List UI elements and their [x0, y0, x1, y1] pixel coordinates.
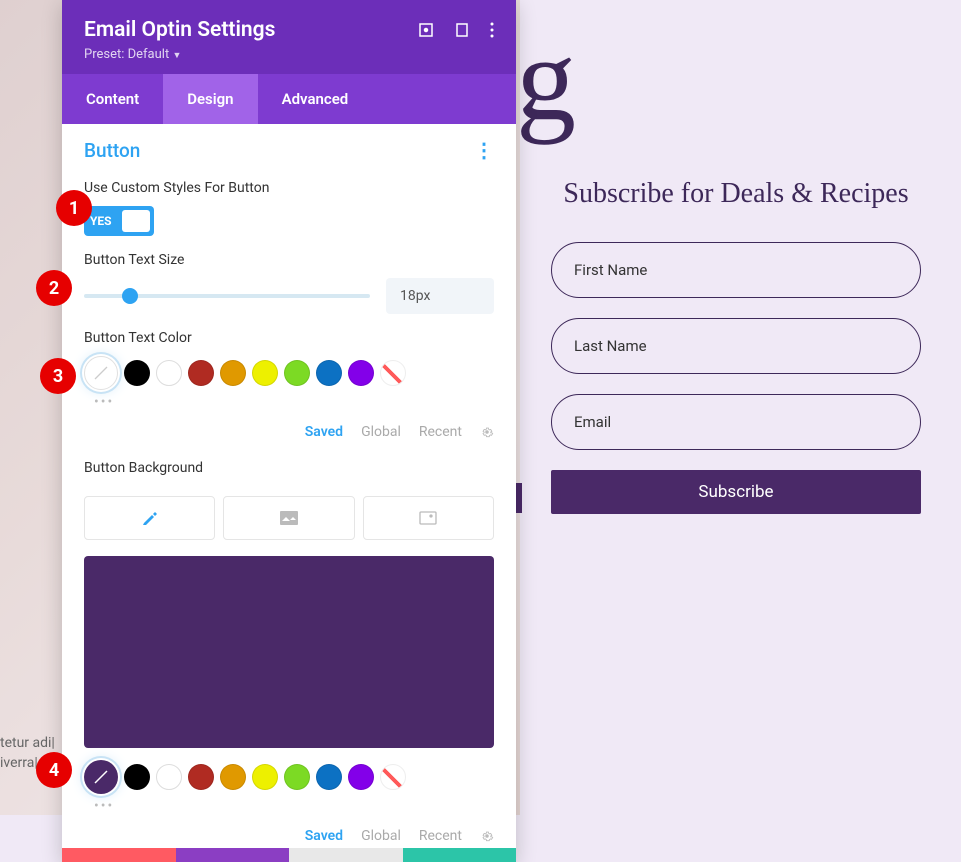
color-mode-global[interactable]: Global: [361, 828, 401, 844]
color-mode-saved[interactable]: Saved: [305, 424, 343, 440]
subscribe-title: Subscribe for Deals & Recipes: [551, 176, 921, 212]
text-color-label: Button Text Color: [84, 330, 494, 346]
custom-styles-label: Use Custom Styles For Button: [84, 180, 494, 196]
color-blue[interactable]: [316, 360, 342, 386]
color-mode-recent[interactable]: Recent: [419, 828, 462, 844]
color-mode-global[interactable]: Global: [361, 424, 401, 440]
panel-header: Email Optin Settings Preset: Default ▼: [62, 0, 516, 74]
color-mode-saved[interactable]: Saved: [305, 828, 343, 844]
bg-type-color[interactable]: [84, 496, 215, 540]
color-purple[interactable]: [348, 360, 374, 386]
palette-more[interactable]: •••: [94, 394, 494, 410]
bg-text-2: iverra|: [0, 751, 38, 775]
text-size-slider[interactable]: [84, 286, 370, 306]
tab-advanced[interactable]: Advanced: [258, 74, 373, 124]
background-color-preview[interactable]: [84, 556, 494, 748]
color-black[interactable]: [124, 360, 150, 386]
custom-styles-toggle[interactable]: YES: [84, 206, 154, 236]
section-title[interactable]: Button: [84, 139, 140, 162]
section-menu-icon[interactable]: ⋮: [474, 138, 494, 162]
text-size-label: Button Text Size: [84, 252, 494, 268]
background-color-palette: [84, 760, 494, 794]
settings-panel: Email Optin Settings Preset: Default ▼ C…: [62, 0, 516, 862]
color-black[interactable]: [124, 764, 150, 790]
subscribe-form: Subscribe for Deals & Recipes Subscribe: [551, 176, 921, 514]
color-white[interactable]: [156, 360, 182, 386]
text-size-value[interactable]: 18px: [386, 278, 494, 314]
background-label: Button Background: [84, 460, 494, 476]
color-orange[interactable]: [220, 360, 246, 386]
bg-type-image[interactable]: [363, 496, 494, 540]
color-white[interactable]: [156, 764, 182, 790]
annotation-4: 4: [36, 752, 72, 788]
color-transparent[interactable]: [380, 360, 406, 386]
email-field[interactable]: [551, 394, 921, 450]
color-purple[interactable]: [348, 764, 374, 790]
color-transparent[interactable]: [380, 764, 406, 790]
preset-selector[interactable]: Preset: Default ▼: [84, 47, 494, 62]
color-red[interactable]: [188, 764, 214, 790]
color-mode-recent[interactable]: Recent: [419, 424, 462, 440]
panel-footer-bar: [62, 848, 516, 862]
annotation-3: 3: [40, 358, 76, 394]
color-yellow[interactable]: [252, 764, 278, 790]
annotation-2: 2: [36, 270, 72, 306]
tab-bar: Content Design Advanced: [62, 74, 516, 124]
color-red[interactable]: [188, 360, 214, 386]
eyedropper-button[interactable]: [84, 356, 118, 390]
text-color-palette: [84, 356, 494, 390]
color-yellow[interactable]: [252, 360, 278, 386]
subscribe-button[interactable]: Subscribe: [551, 470, 921, 514]
last-name-field[interactable]: [551, 318, 921, 374]
palette-more[interactable]: •••: [94, 798, 494, 814]
bg-type-gradient[interactable]: [223, 496, 354, 540]
panel-title: Email Optin Settings: [84, 18, 275, 42]
decorative-letter: g: [516, 10, 576, 148]
color-green[interactable]: [284, 764, 310, 790]
color-orange[interactable]: [220, 764, 246, 790]
settings-gear-icon[interactable]: [480, 425, 494, 439]
tab-content[interactable]: Content: [62, 74, 163, 124]
color-blue[interactable]: [316, 764, 342, 790]
responsive-icon[interactable]: [454, 22, 470, 38]
expand-icon[interactable]: [418, 22, 434, 38]
settings-gear-icon[interactable]: [480, 829, 494, 843]
annotation-1: 1: [56, 190, 92, 226]
more-icon[interactable]: [490, 22, 494, 38]
eyedropper-button[interactable]: [84, 760, 118, 794]
tab-design[interactable]: Design: [163, 74, 257, 124]
first-name-field[interactable]: [551, 242, 921, 298]
color-green[interactable]: [284, 360, 310, 386]
